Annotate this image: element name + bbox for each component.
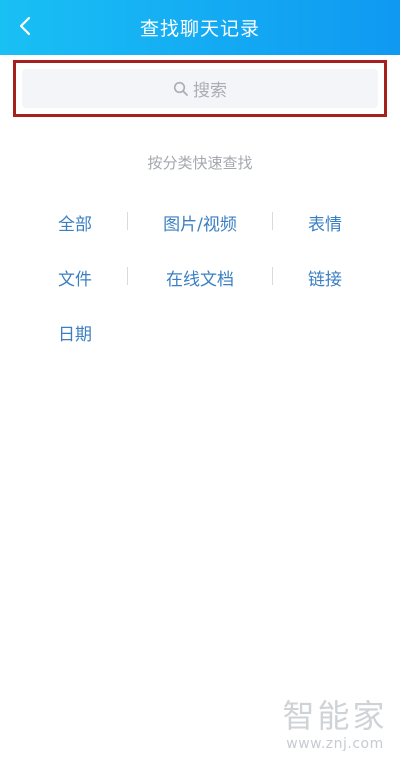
watermark-brand: 智能家 bbox=[282, 697, 388, 736]
category-divider bbox=[272, 267, 273, 285]
page-title: 查找聊天记录 bbox=[139, 18, 260, 40]
category-divider bbox=[127, 212, 128, 230]
search-highlight-frame: 搜索 bbox=[13, 60, 387, 117]
category-divider bbox=[127, 267, 128, 285]
watermark-url: www.znj.com bbox=[286, 736, 384, 752]
search-placeholder: 搜索 bbox=[193, 81, 227, 101]
top-bar: 查找聊天记录 bbox=[0, 0, 400, 55]
category-files[interactable]: 文件 bbox=[40, 265, 110, 290]
category-online-docs[interactable]: 在线文档 bbox=[150, 265, 250, 290]
category-divider bbox=[272, 212, 273, 230]
watermark: 智能家 www.znj.com bbox=[280, 700, 390, 752]
chat-history-search-screen: 查找聊天记录 搜索 按分类快速查找 全部 图片/视频 表情 文件 在线文档 链接… bbox=[0, 0, 400, 762]
category-all[interactable]: 全部 bbox=[40, 210, 110, 235]
category-date[interactable]: 日期 bbox=[40, 320, 110, 345]
category-images-videos[interactable]: 图片/视频 bbox=[150, 210, 250, 235]
search-icon bbox=[173, 81, 189, 97]
category-links[interactable]: 链接 bbox=[290, 265, 360, 290]
category-stickers[interactable]: 表情 bbox=[290, 210, 360, 235]
search-input[interactable]: 搜索 bbox=[22, 69, 378, 108]
chevron-left-icon bbox=[19, 16, 31, 36]
back-button[interactable] bbox=[8, 8, 44, 44]
category-heading: 按分类快速查找 bbox=[147, 154, 253, 172]
